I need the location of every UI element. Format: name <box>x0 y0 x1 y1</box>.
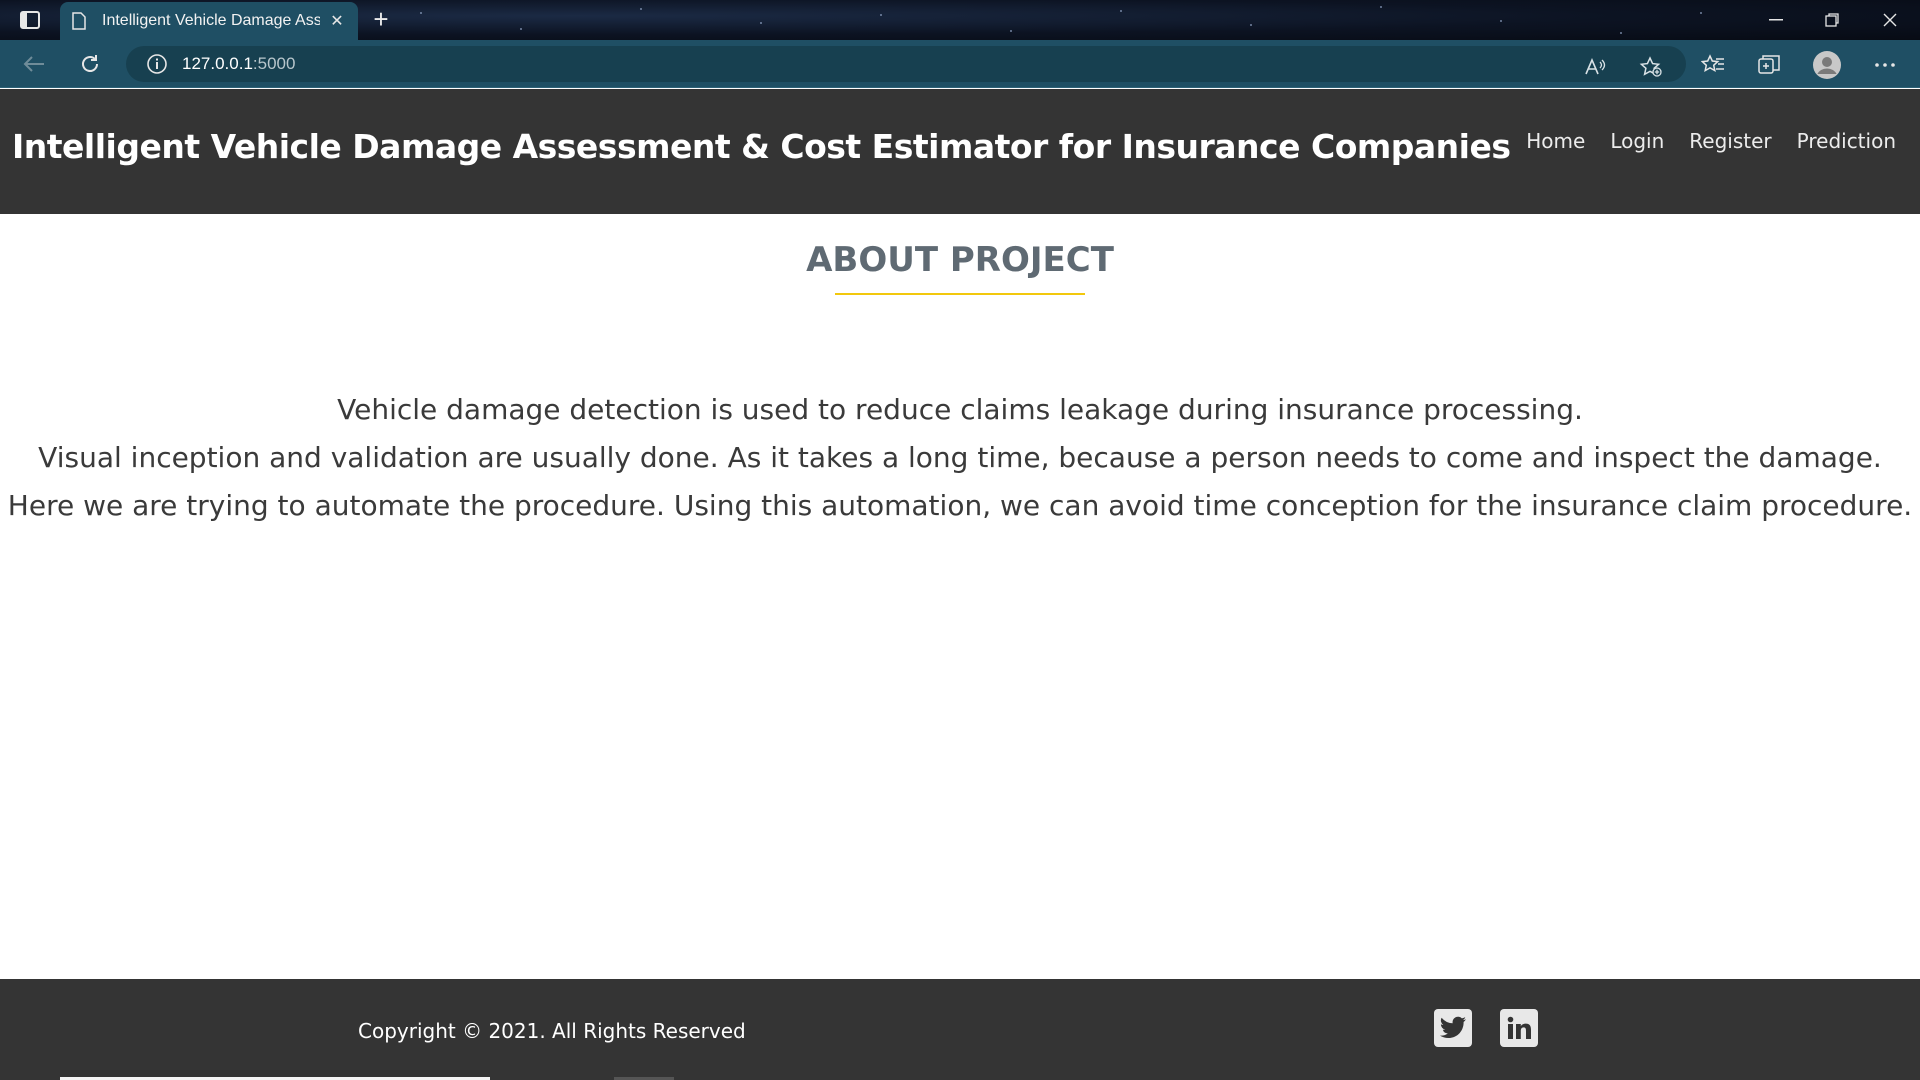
minimize-icon[interactable] <box>1748 0 1804 40</box>
url-port: :5000 <box>252 54 296 73</box>
heading-underline <box>835 293 1085 295</box>
twitter-icon[interactable] <box>1434 1009 1472 1047</box>
collections-icon[interactable] <box>1752 48 1786 82</box>
profile-avatar[interactable] <box>1810 48 1844 82</box>
add-favorite-icon[interactable] <box>1636 52 1666 82</box>
about-line: Here we are trying to automate the proce… <box>7 489 1913 522</box>
favorites-icon[interactable] <box>1696 48 1730 82</box>
address-input[interactable]: 127.0.0.1 :5000 <box>126 46 1686 82</box>
back-icon[interactable] <box>16 48 52 80</box>
nav-home-link[interactable]: Home <box>1526 129 1585 153</box>
about-line: Visual inception and validation are usua… <box>38 441 1882 474</box>
restore-icon[interactable] <box>1804 0 1860 40</box>
about-line: Vehicle damage detection is used to redu… <box>337 393 1583 426</box>
new-tab-button[interactable]: + <box>366 6 396 34</box>
page-icon <box>72 12 90 30</box>
browser-titlebar: Intelligent Vehicle Damage Asse ✕ + <box>0 0 1920 40</box>
linkedin-icon[interactable] <box>1500 1009 1538 1047</box>
tab-title: Intelligent Vehicle Damage Asse <box>102 12 320 29</box>
site-footer: Copyright © 2021. All Rights Reserved <box>0 979 1920 1080</box>
nav-register-link[interactable]: Register <box>1689 129 1771 153</box>
read-aloud-icon[interactable] <box>1580 52 1610 82</box>
site-header: Intelligent Vehicle Damage Assessment & … <box>0 89 1920 214</box>
copyright-text: Copyright © 2021. All Rights Reserved <box>358 1019 746 1043</box>
url-host: 127.0.0.1 <box>182 54 253 73</box>
more-options-icon[interactable] <box>1868 48 1902 82</box>
browser-toolbar: 127.0.0.1 :5000 <box>0 40 1920 88</box>
browser-tab-active[interactable]: Intelligent Vehicle Damage Asse ✕ <box>60 2 358 40</box>
refresh-icon[interactable] <box>72 48 108 80</box>
nav-prediction-link[interactable]: Prediction <box>1797 129 1896 153</box>
site-info-icon[interactable] <box>146 53 168 75</box>
about-heading: ABOUT PROJECT <box>806 240 1114 280</box>
nav-login-link[interactable]: Login <box>1610 129 1664 153</box>
close-window-icon[interactable] <box>1862 0 1918 40</box>
tab-close-icon[interactable]: ✕ <box>328 11 346 31</box>
main-nav: Home Login Register Prediction <box>1526 129 1896 153</box>
tab-actions-icon[interactable] <box>12 8 48 32</box>
about-description: Vehicle damage detection is used to redu… <box>0 386 1920 530</box>
site-title: Intelligent Vehicle Damage Assessment & … <box>12 127 1511 166</box>
